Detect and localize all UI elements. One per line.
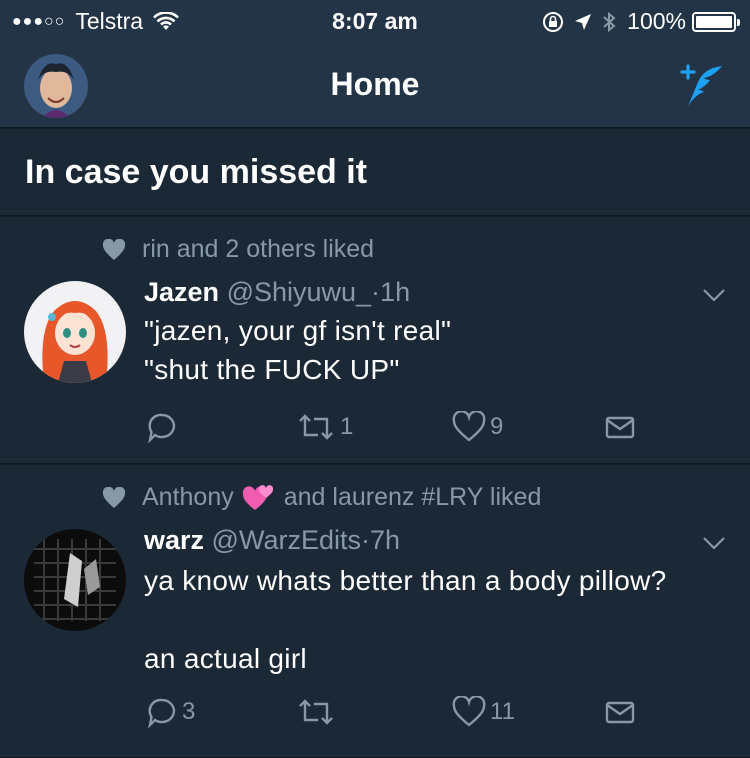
section-header: In case you missed it — [0, 129, 750, 216]
retweet-button[interactable]: 1 — [296, 411, 353, 443]
tweet-actions: 3 11 — [144, 696, 704, 732]
envelope-icon — [605, 701, 635, 724]
reply-button[interactable] — [146, 411, 182, 443]
envelope-icon — [605, 416, 635, 439]
separator-dot: · — [371, 277, 381, 307]
reply-button[interactable]: 3 — [146, 696, 195, 728]
reply-icon — [148, 413, 176, 443]
tweet-header: warz @WarzEdits·7h — [144, 525, 400, 556]
social-context: rin and 2 others liked — [102, 235, 374, 264]
like-count: 9 — [490, 413, 504, 440]
like-button[interactable]: 9 — [452, 411, 503, 443]
like-button[interactable]: 11 — [452, 696, 515, 728]
author-handle[interactable]: @WarzEdits — [212, 525, 361, 555]
tweet-actions: 1 9 — [144, 411, 704, 447]
retweet-button[interactable] — [296, 696, 340, 728]
tweet-time: 7h — [369, 525, 401, 555]
social-context: Anthony and laurenz #LRY liked — [102, 483, 541, 512]
tweet-text: "jazen, your gf isn't real" "shut the FU… — [144, 315, 452, 385]
chevron-down-icon[interactable] — [702, 288, 726, 302]
avatar[interactable] — [24, 281, 126, 383]
avatar[interactable] — [24, 529, 126, 631]
heart-icon — [452, 696, 486, 727]
social-context-text: and laurenz #LRY liked — [283, 483, 542, 511]
location-icon — [575, 13, 592, 30]
like-count: 11 — [490, 698, 515, 725]
compose-tweet-icon[interactable] — [674, 60, 726, 112]
tweet-header: Jazen @Shiyuwu_·1h — [144, 277, 410, 308]
nav-bar: Home — [0, 40, 750, 128]
page-title: Home — [330, 66, 420, 102]
social-context-text: rin and 2 others liked — [142, 235, 375, 263]
chevron-down-icon[interactable] — [702, 536, 726, 550]
status-icons: 100% — [541, 8, 740, 35]
reply-icon — [148, 698, 176, 728]
liked-heart-icon — [102, 486, 126, 508]
author-handle[interactable]: @Shiyuwu_ — [227, 277, 371, 307]
author-name[interactable]: warz — [144, 525, 204, 555]
tweet-card[interactable]: rin and 2 others liked Jazen @Shiyuwu_·1… — [0, 217, 750, 464]
battery-percent: 100% — [627, 8, 686, 34]
retweet-icon — [299, 699, 333, 725]
two-hearts-emoji-icon — [242, 484, 273, 510]
retweet-count: 1 — [340, 413, 354, 440]
liked-heart-icon — [102, 238, 126, 260]
direct-message-button[interactable] — [604, 411, 636, 443]
bluetooth-icon — [603, 11, 616, 32]
tweet-text: ya know whats better than a body pillow?… — [144, 565, 667, 674]
tweet-time: 1h — [380, 277, 411, 307]
status-bar: ●●●○○ Telstra 8:07 am 100% — [0, 0, 750, 40]
tweet-card[interactable]: Anthony and laurenz #LRY liked warz @War… — [0, 465, 750, 758]
separator-dot: · — [360, 525, 370, 555]
heart-icon — [452, 411, 486, 442]
reply-count: 3 — [182, 698, 196, 725]
retweet-icon — [299, 414, 333, 440]
section-title: In case you missed it — [25, 153, 368, 191]
author-name[interactable]: Jazen — [144, 277, 219, 307]
orientation-lock-icon — [543, 11, 564, 32]
social-context-first: Anthony — [142, 483, 234, 511]
direct-message-button[interactable] — [604, 696, 636, 728]
battery-icon — [692, 11, 740, 32]
